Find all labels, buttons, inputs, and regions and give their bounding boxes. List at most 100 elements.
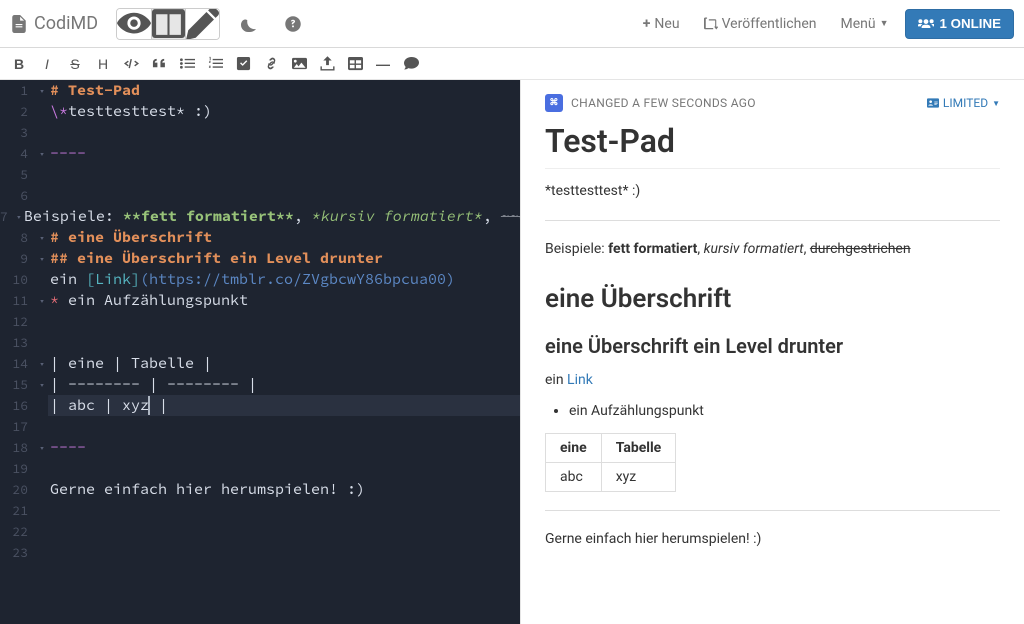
fold-gutter[interactable] bbox=[36, 290, 48, 311]
mode-view-button[interactable] bbox=[117, 9, 151, 39]
editor-line[interactable]: 18---- bbox=[0, 437, 520, 458]
line-content[interactable] bbox=[48, 332, 520, 353]
mode-both-button[interactable] bbox=[151, 9, 185, 39]
line-content[interactable] bbox=[48, 458, 520, 479]
fmt-quote-button[interactable] bbox=[146, 51, 172, 77]
line-content[interactable]: ---- bbox=[48, 143, 520, 164]
brand-link[interactable]: CodiMD bbox=[10, 13, 98, 34]
line-content[interactable] bbox=[48, 311, 520, 332]
editor-line[interactable]: 21 bbox=[0, 500, 520, 521]
line-content[interactable] bbox=[48, 500, 520, 521]
fmt-italic-button[interactable]: I bbox=[34, 51, 60, 77]
line-content[interactable]: Gerne einfach hier herumspielen! :) bbox=[48, 479, 520, 500]
fmt-strike-button[interactable]: S bbox=[62, 51, 88, 77]
line-number: 10 bbox=[0, 269, 36, 290]
fmt-line-button[interactable]: — bbox=[370, 51, 396, 77]
line-content[interactable]: | -------- | -------- | bbox=[48, 374, 520, 395]
menu-label: Menü bbox=[841, 16, 876, 32]
new-note-link[interactable]: +Neu bbox=[635, 12, 688, 36]
fmt-checklist-button[interactable] bbox=[230, 51, 256, 77]
line-content[interactable] bbox=[48, 416, 520, 437]
line-content[interactable]: | abc | xyz | bbox=[48, 395, 520, 416]
line-content[interactable]: \*testtesttest* :) bbox=[48, 101, 520, 122]
line-content[interactable] bbox=[48, 542, 520, 563]
line-content[interactable] bbox=[48, 521, 520, 542]
table-icon bbox=[348, 56, 363, 71]
line-content[interactable] bbox=[48, 185, 520, 206]
publish-link[interactable]: Veröffentlichen bbox=[696, 12, 825, 36]
fmt-image-button[interactable] bbox=[286, 51, 312, 77]
fold-gutter bbox=[36, 311, 48, 332]
editor-line[interactable]: 16| abc | xyz | bbox=[0, 395, 520, 416]
editor-line[interactable]: 20Gerne einfach hier herumspielen! :) bbox=[0, 479, 520, 500]
line-content[interactable]: ---- bbox=[48, 437, 520, 458]
help-button[interactable] bbox=[278, 9, 308, 39]
fmt-ol-button[interactable] bbox=[202, 51, 228, 77]
fold-gutter bbox=[36, 458, 48, 479]
code-icon bbox=[124, 56, 139, 71]
editor-line[interactable]: 6 bbox=[0, 185, 520, 206]
fmt-heading-button[interactable]: H bbox=[90, 51, 116, 77]
line-number: 23 bbox=[0, 542, 36, 563]
line-content[interactable]: Beispiele: **fett formatiert**, *kursiv … bbox=[22, 206, 520, 227]
editor-line[interactable]: 5 bbox=[0, 164, 520, 185]
fmt-link-button[interactable] bbox=[258, 51, 284, 77]
line-content[interactable]: * ein Aufzählungspunkt bbox=[48, 290, 520, 311]
preview-pane: ⌘ CHANGED A FEW SECONDS AGO LIMITED ▼ Te… bbox=[520, 80, 1024, 624]
fold-gutter[interactable] bbox=[36, 248, 48, 269]
editor-line[interactable]: 15| -------- | -------- | bbox=[0, 374, 520, 395]
fmt-code-button[interactable] bbox=[118, 51, 144, 77]
editor-line[interactable]: 9## eine Überschrift ein Level drunter bbox=[0, 248, 520, 269]
line-content[interactable] bbox=[48, 122, 520, 143]
plus-icon: + bbox=[643, 16, 651, 32]
line-content[interactable]: ## eine Überschrift ein Level drunter bbox=[48, 248, 520, 269]
permission-label: LIMITED bbox=[943, 96, 988, 110]
table-cell: xyz bbox=[601, 463, 676, 492]
preview-hr bbox=[545, 220, 1000, 221]
fold-gutter[interactable] bbox=[36, 80, 48, 101]
night-mode-button[interactable] bbox=[234, 9, 264, 39]
permission-dropdown[interactable]: LIMITED ▼ bbox=[927, 96, 1000, 110]
line-number: 7 bbox=[0, 206, 16, 227]
preview-link[interactable]: Link bbox=[567, 372, 593, 388]
fold-gutter[interactable] bbox=[36, 353, 48, 374]
editor-line[interactable]: 3 bbox=[0, 122, 520, 143]
fold-gutter[interactable] bbox=[36, 437, 48, 458]
editor-pane[interactable]: 1# Test-Pad2\*testtesttest* :)34----567B… bbox=[0, 80, 520, 624]
fmt-table-button[interactable] bbox=[342, 51, 368, 77]
fmt-bold-button[interactable]: B bbox=[6, 51, 32, 77]
line-content[interactable] bbox=[48, 164, 520, 185]
line-content[interactable]: | eine | Tabelle | bbox=[48, 353, 520, 374]
preview-text: Gerne einfach hier herumspielen! :) bbox=[545, 529, 1000, 550]
fold-gutter[interactable] bbox=[36, 227, 48, 248]
editor-line[interactable]: 23 bbox=[0, 542, 520, 563]
editor-line[interactable]: 11* ein Aufzählungspunkt bbox=[0, 290, 520, 311]
fold-gutter[interactable] bbox=[36, 143, 48, 164]
menu-dropdown[interactable]: Menü▼ bbox=[833, 12, 897, 36]
online-users-button[interactable]: 1 ONLINE bbox=[905, 9, 1014, 39]
question-icon bbox=[285, 16, 301, 32]
mode-edit-button[interactable] bbox=[185, 9, 219, 39]
upload-icon bbox=[320, 56, 335, 71]
editor-line[interactable]: 7 Beispiele: **fett formatiert**, *kursiv… bbox=[0, 206, 520, 227]
editor-line[interactable]: 13 bbox=[0, 332, 520, 353]
editor-line[interactable]: 14| eine | Tabelle | bbox=[0, 353, 520, 374]
image-icon bbox=[292, 56, 307, 71]
editor-line[interactable]: 2\*testtesttest* :) bbox=[0, 101, 520, 122]
editor-line[interactable]: 10 ein [Link](https://tmblr.co/ZVgbcwY86b… bbox=[0, 269, 520, 290]
fold-gutter bbox=[36, 164, 48, 185]
fold-gutter[interactable] bbox=[36, 374, 48, 395]
editor-line[interactable]: 4---- bbox=[0, 143, 520, 164]
fmt-comment-button[interactable] bbox=[398, 51, 424, 77]
editor-line[interactable]: 22 bbox=[0, 521, 520, 542]
fmt-upload-button[interactable] bbox=[314, 51, 340, 77]
line-content[interactable]: ein [Link](https://tmblr.co/ZVgbcwY86bpc… bbox=[48, 269, 520, 290]
fmt-ul-button[interactable] bbox=[174, 51, 200, 77]
editor-line[interactable]: 1# Test-Pad bbox=[0, 80, 520, 101]
line-content[interactable]: # Test-Pad bbox=[48, 80, 520, 101]
editor-line[interactable]: 8# eine Überschrift bbox=[0, 227, 520, 248]
editor-line[interactable]: 12 bbox=[0, 311, 520, 332]
editor-line[interactable]: 19 bbox=[0, 458, 520, 479]
editor-line[interactable]: 17 bbox=[0, 416, 520, 437]
line-content[interactable]: # eine Überschrift bbox=[48, 227, 520, 248]
